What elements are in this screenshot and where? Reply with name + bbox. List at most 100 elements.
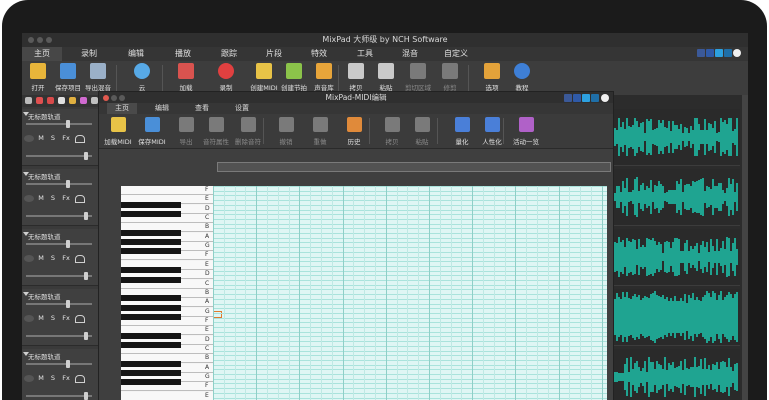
linkedin-icon[interactable] (724, 49, 732, 57)
track-tool-e-icon[interactable] (91, 97, 98, 104)
waveform-clip[interactable] (614, 349, 740, 400)
gain-knob[interactable] (84, 392, 88, 400)
mute-button[interactable]: M (36, 193, 46, 203)
menu-6[interactable]: 特效 (300, 47, 338, 61)
piano-black-key[interactable] (121, 379, 181, 386)
waveform-clip[interactable] (614, 229, 740, 286)
midi-timeline-ruler[interactable] (217, 162, 611, 172)
fx-button[interactable]: Fx (60, 373, 72, 383)
piano-black-key[interactable] (121, 248, 181, 255)
waveform-clip[interactable] (614, 109, 740, 166)
mute-button[interactable]: M (36, 313, 46, 323)
toolbar-button-7[interactable]: 创建节拍 (278, 63, 310, 93)
headphones-icon[interactable] (75, 135, 85, 143)
fx-button[interactable]: Fx (60, 253, 72, 263)
midi-toolbar-button-7[interactable]: 历史 (337, 117, 371, 147)
fx-button[interactable]: Fx (60, 193, 72, 203)
menu-7[interactable]: 工具 (345, 47, 385, 61)
midi-toolbar-button-1[interactable]: 保存MIDI (135, 117, 169, 147)
record-arm-button[interactable] (24, 375, 34, 382)
track-gain-slider[interactable] (26, 392, 92, 400)
mute-button[interactable]: M (36, 133, 46, 143)
mute-button[interactable]: M (36, 253, 46, 263)
track-name[interactable]: 无标题轨道 (28, 291, 61, 301)
track-name[interactable]: 无标题轨道 (28, 231, 61, 241)
midi-minimize-button[interactable] (111, 95, 117, 101)
toolbar-button-4[interactable]: 加载 (170, 63, 202, 93)
menu-3[interactable]: 播放 (163, 47, 203, 61)
facebook-icon[interactable] (706, 49, 714, 57)
piano-black-key[interactable] (121, 239, 181, 246)
volume-knob[interactable] (66, 120, 70, 128)
gain-knob[interactable] (84, 212, 88, 220)
piano-black-key[interactable] (121, 313, 181, 320)
solo-button[interactable]: S (48, 373, 58, 383)
toolbar-button-3[interactable]: 云 (126, 63, 158, 93)
piano-black-key[interactable] (121, 295, 181, 302)
thumbs-up-icon[interactable] (697, 49, 705, 57)
midi-tab-0[interactable]: 主页 (107, 103, 137, 114)
waveform-clip[interactable] (614, 169, 740, 226)
midi-toolbar-button-10[interactable]: 量化 (445, 117, 479, 147)
track-tool-c-icon[interactable] (69, 97, 76, 104)
menu-9[interactable]: 自定义 (435, 47, 477, 61)
menu-5[interactable]: 片段 (255, 47, 293, 61)
toolbar-button-8[interactable]: 声音库 (308, 63, 340, 93)
menu-8[interactable]: 混音 (392, 47, 428, 61)
track-tool-d-icon[interactable] (80, 97, 87, 104)
info-icon[interactable] (733, 49, 741, 57)
midi-linkedin-icon[interactable] (591, 94, 599, 102)
mute-button[interactable]: M (36, 373, 46, 383)
track-name[interactable]: 无标题轨道 (28, 351, 61, 361)
piano-keyboard[interactable]: FEDCBAGFEDCBAGFEDCBAGFE (121, 186, 213, 400)
volume-knob[interactable] (66, 180, 70, 188)
piano-black-key[interactable] (121, 201, 181, 208)
record-all-icon[interactable] (47, 97, 54, 104)
track-volume-slider[interactable] (26, 360, 92, 368)
zoom-window-button[interactable] (46, 37, 52, 43)
track-volume-slider[interactable] (26, 180, 92, 188)
midi-tab-2[interactable]: 查看 (187, 103, 217, 114)
menu-1[interactable]: 录制 (69, 47, 109, 61)
track-volume-slider[interactable] (26, 120, 92, 128)
close-window-button[interactable] (28, 37, 34, 43)
solo-button[interactable]: S (48, 193, 58, 203)
midi-toolbar-button-0[interactable]: 加载MIDI (101, 117, 135, 147)
midi-tab-3[interactable]: 设置 (227, 103, 257, 114)
gain-knob[interactable] (84, 152, 88, 160)
midi-toolbar-button-2[interactable]: 导出 (169, 117, 203, 147)
toolbar-button-6[interactable]: 创建MIDI (248, 63, 280, 93)
waveform-scrollbar[interactable] (742, 95, 748, 400)
track-name[interactable]: 无标题轨道 (28, 171, 61, 181)
headphones-icon[interactable] (75, 375, 85, 383)
gain-knob[interactable] (84, 272, 88, 280)
piano-black-key[interactable] (121, 370, 181, 376)
gain-knob[interactable] (84, 332, 88, 340)
piano-black-key[interactable] (121, 304, 181, 311)
toolbar-button-11[interactable]: 剪切区域 (402, 63, 434, 93)
record-arm-button[interactable] (24, 195, 34, 202)
midi-tab-1[interactable]: 编辑 (147, 103, 177, 114)
solo-button[interactable]: S (48, 313, 58, 323)
piano-white-key[interactable]: E (121, 391, 213, 400)
track-volume-slider[interactable] (26, 300, 92, 308)
track-volume-slider[interactable] (26, 240, 92, 248)
volume-knob[interactable] (66, 300, 70, 308)
track-gain-slider[interactable] (26, 272, 92, 280)
headphones-icon[interactable] (75, 195, 85, 203)
toolbar-button-1[interactable]: 保存项目 (52, 63, 84, 93)
piano-white-key[interactable]: F (121, 186, 213, 195)
piano-black-key[interactable] (121, 332, 181, 339)
track-name[interactable]: 无标题轨道 (28, 111, 61, 121)
record-arm-button[interactable] (24, 315, 34, 322)
midi-facebook-icon[interactable] (573, 94, 581, 102)
track-gain-slider[interactable] (26, 152, 92, 160)
record-arm-button[interactable] (24, 255, 34, 262)
piano-black-key[interactable] (121, 360, 181, 367)
piano-black-key[interactable] (121, 276, 181, 283)
track-gain-slider[interactable] (26, 332, 92, 340)
toolbar-button-5[interactable]: 录制 (210, 63, 242, 93)
minimize-window-button[interactable] (37, 37, 43, 43)
piano-black-key[interactable] (121, 229, 181, 236)
midi-toolbar-button-4[interactable]: 删除音符 (231, 117, 265, 147)
